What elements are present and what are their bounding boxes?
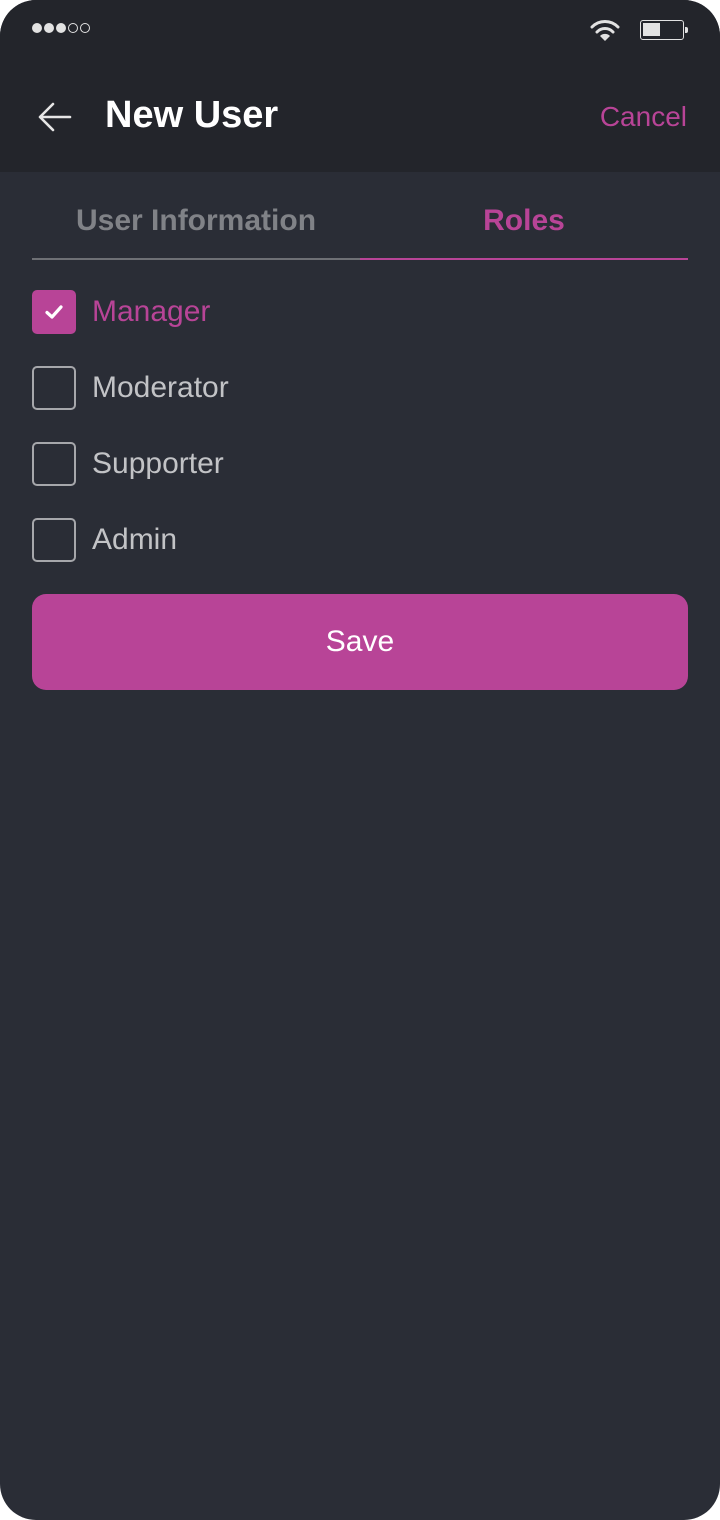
battery-level	[643, 23, 660, 36]
signal-dot	[80, 23, 90, 33]
checkmark-icon	[45, 305, 63, 319]
checkbox-checked[interactable]	[32, 290, 76, 334]
arrow-left-icon[interactable]	[36, 98, 74, 136]
signal-dot	[44, 23, 54, 33]
role-label: Moderator	[92, 371, 229, 404]
roles-list: Manager Moderator Supporter Admin	[32, 290, 229, 594]
role-option-moderator[interactable]: Moderator	[32, 366, 229, 410]
signal-dot	[32, 23, 42, 33]
role-option-manager[interactable]: Manager	[32, 290, 229, 334]
tab-label: User Information	[75, 204, 317, 237]
checkbox-unchecked[interactable]	[32, 442, 76, 486]
tab-roles[interactable]: Roles	[360, 190, 688, 260]
cancel-button[interactable]: Cancel	[600, 101, 687, 133]
phone-screen: New User Cancel User Information Roles M…	[0, 0, 720, 1520]
status-bar	[0, 0, 720, 60]
role-label: Manager	[92, 295, 211, 328]
battery-nub	[685, 27, 688, 33]
tab-label: Roles	[483, 204, 565, 237]
page-title: New User	[105, 94, 279, 136]
role-label: Admin	[92, 523, 178, 556]
signal-strength-icon	[32, 23, 90, 33]
role-option-supporter[interactable]: Supporter	[32, 442, 229, 486]
role-label: Supporter	[92, 447, 224, 480]
checkbox-unchecked[interactable]	[32, 518, 76, 562]
save-button[interactable]: Save	[32, 594, 688, 690]
role-option-admin[interactable]: Admin	[32, 518, 229, 562]
tab-user-information[interactable]: User Information	[32, 190, 360, 260]
battery-icon	[640, 20, 688, 40]
signal-dot	[68, 23, 78, 33]
tab-underline-active	[360, 258, 688, 260]
wifi-icon	[590, 20, 620, 41]
tab-underline	[32, 258, 360, 260]
signal-dot	[56, 23, 66, 33]
checkbox-unchecked[interactable]	[32, 366, 76, 410]
top-app-bar: New User Cancel	[0, 0, 720, 172]
tab-bar: User Information Roles	[32, 190, 688, 260]
